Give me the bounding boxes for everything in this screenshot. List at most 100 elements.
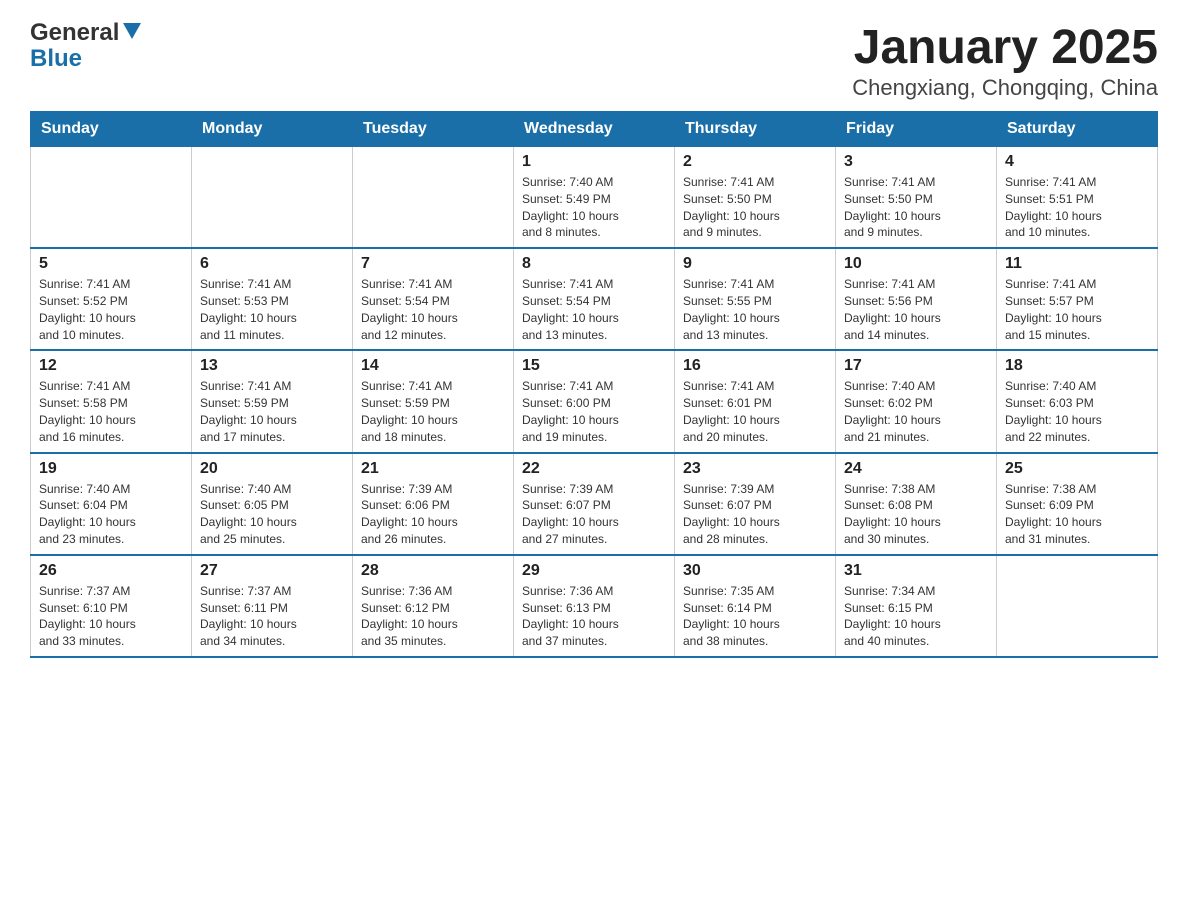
weekday-header-thursday: Thursday (675, 112, 836, 147)
day-info: Sunrise: 7:41 AM Sunset: 5:59 PM Dayligh… (200, 378, 344, 445)
calendar-week-2: 5Sunrise: 7:41 AM Sunset: 5:52 PM Daylig… (31, 248, 1158, 350)
day-number: 19 (39, 460, 183, 478)
calendar-cell (997, 555, 1158, 657)
logo-general: General (30, 20, 119, 46)
day-number: 6 (200, 255, 344, 273)
day-number: 24 (844, 460, 988, 478)
calendar-cell: 7 Sunrise: 7:41 AM Sunset: 5:54 PM Daylig… (353, 248, 514, 350)
calendar-cell (31, 147, 192, 249)
day-info: Sunrise: 7:38 AM Sunset: 6:08 PM Dayligh… (844, 481, 988, 548)
day-info: Sunrise: 7:41 AM Sunset: 5:57 PM Dayligh… (1005, 276, 1149, 343)
day-info: Sunrise: 7:41 AM Sunset: 6:00 PM Dayligh… (522, 378, 666, 445)
calendar-cell: 5Sunrise: 7:41 AM Sunset: 5:52 PM Daylig… (31, 248, 192, 350)
day-number: 14 (361, 357, 505, 375)
day-number: 2 (683, 153, 827, 171)
day-info: Sunrise: 7:40 AM Sunset: 5:49 PM Dayligh… (522, 174, 666, 241)
calendar-cell: 29 Sunrise: 7:36 AM Sunset: 6:13 PM Dayli… (514, 555, 675, 657)
calendar-subtitle: Chengxiang, Chongqing, China (852, 75, 1158, 101)
day-info: Sunrise: 7:41 AM Sunset: 5:55 PM Dayligh… (683, 276, 827, 343)
calendar-cell: 11 Sunrise: 7:41 AM Sunset: 5:57 PM Dayli… (997, 248, 1158, 350)
day-info: Sunrise: 7:35 AM Sunset: 6:14 PM Dayligh… (683, 583, 827, 650)
weekday-header-monday: Monday (192, 112, 353, 147)
calendar-cell: 22 Sunrise: 7:39 AM Sunset: 6:07 PM Dayli… (514, 453, 675, 555)
calendar-cell: 4Sunrise: 7:41 AM Sunset: 5:51 PM Daylig… (997, 147, 1158, 249)
weekday-header-saturday: Saturday (997, 112, 1158, 147)
day-number: 9 (683, 255, 827, 273)
day-number: 10 (844, 255, 988, 273)
day-number: 16 (683, 357, 827, 375)
calendar-cell: 28 Sunrise: 7:36 AM Sunset: 6:12 PM Dayli… (353, 555, 514, 657)
weekday-header-friday: Friday (836, 112, 997, 147)
day-number: 12 (39, 357, 183, 375)
day-number: 1 (522, 153, 666, 171)
calendar-cell: 1 Sunrise: 7:40 AM Sunset: 5:49 PM Daylig… (514, 147, 675, 249)
calendar-cell: 16Sunrise: 7:41 AM Sunset: 6:01 PM Dayli… (675, 350, 836, 452)
logo: General Blue (30, 20, 141, 73)
logo-blue: Blue (30, 45, 82, 72)
day-number: 29 (522, 562, 666, 580)
calendar-cell: 17 Sunrise: 7:40 AM Sunset: 6:02 PM Dayli… (836, 350, 997, 452)
calendar-cell: 8 Sunrise: 7:41 AM Sunset: 5:54 PM Daylig… (514, 248, 675, 350)
calendar-cell: 6 Sunrise: 7:41 AM Sunset: 5:53 PM Daylig… (192, 248, 353, 350)
day-number: 26 (39, 562, 183, 580)
calendar-cell: 21Sunrise: 7:39 AM Sunset: 6:06 PM Dayli… (353, 453, 514, 555)
calendar-cell: 26 Sunrise: 7:37 AM Sunset: 6:10 PM Dayli… (31, 555, 192, 657)
calendar-cell (353, 147, 514, 249)
calendar-cell: 20Sunrise: 7:40 AM Sunset: 6:05 PM Dayli… (192, 453, 353, 555)
day-info: Sunrise: 7:41 AM Sunset: 5:54 PM Dayligh… (361, 276, 505, 343)
day-info: Sunrise: 7:40 AM Sunset: 6:03 PM Dayligh… (1005, 378, 1149, 445)
day-number: 23 (683, 460, 827, 478)
day-info: Sunrise: 7:37 AM Sunset: 6:11 PM Dayligh… (200, 583, 344, 650)
day-info: Sunrise: 7:41 AM Sunset: 5:53 PM Dayligh… (200, 276, 344, 343)
day-info: Sunrise: 7:41 AM Sunset: 5:58 PM Dayligh… (39, 378, 183, 445)
weekday-header-wednesday: Wednesday (514, 112, 675, 147)
calendar-header-row: SundayMondayTuesdayWednesdayThursdayFrid… (31, 112, 1158, 147)
calendar-week-3: 12 Sunrise: 7:41 AM Sunset: 5:58 PM Dayli… (31, 350, 1158, 452)
calendar-cell (192, 147, 353, 249)
calendar-cell: 15 Sunrise: 7:41 AM Sunset: 6:00 PM Dayli… (514, 350, 675, 452)
calendar-title: January 2025 (852, 20, 1158, 75)
day-number: 28 (361, 562, 505, 580)
day-number: 15 (522, 357, 666, 375)
day-number: 25 (1005, 460, 1149, 478)
day-number: 31 (844, 562, 988, 580)
day-number: 8 (522, 255, 666, 273)
day-info: Sunrise: 7:41 AM Sunset: 5:54 PM Dayligh… (522, 276, 666, 343)
calendar-cell: 19 Sunrise: 7:40 AM Sunset: 6:04 PM Dayli… (31, 453, 192, 555)
weekday-header-tuesday: Tuesday (353, 112, 514, 147)
day-number: 17 (844, 357, 988, 375)
logo-triangle-icon (123, 20, 141, 44)
day-info: Sunrise: 7:40 AM Sunset: 6:02 PM Dayligh… (844, 378, 988, 445)
day-number: 18 (1005, 357, 1149, 375)
day-info: Sunrise: 7:38 AM Sunset: 6:09 PM Dayligh… (1005, 481, 1149, 548)
calendar-cell: 24 Sunrise: 7:38 AM Sunset: 6:08 PM Dayli… (836, 453, 997, 555)
calendar-cell: 14 Sunrise: 7:41 AM Sunset: 5:59 PM Dayli… (353, 350, 514, 452)
day-number: 22 (522, 460, 666, 478)
day-info: Sunrise: 7:39 AM Sunset: 6:06 PM Dayligh… (361, 481, 505, 548)
calendar-cell: 12 Sunrise: 7:41 AM Sunset: 5:58 PM Dayli… (31, 350, 192, 452)
calendar-week-5: 26 Sunrise: 7:37 AM Sunset: 6:10 PM Dayli… (31, 555, 1158, 657)
day-number: 13 (200, 357, 344, 375)
weekday-header-sunday: Sunday (31, 112, 192, 147)
day-number: 27 (200, 562, 344, 580)
day-number: 3 (844, 153, 988, 171)
day-info: Sunrise: 7:37 AM Sunset: 6:10 PM Dayligh… (39, 583, 183, 650)
day-info: Sunrise: 7:40 AM Sunset: 6:05 PM Dayligh… (200, 481, 344, 548)
calendar-cell: 30 Sunrise: 7:35 AM Sunset: 6:14 PM Dayli… (675, 555, 836, 657)
calendar-cell: 13 Sunrise: 7:41 AM Sunset: 5:59 PM Dayli… (192, 350, 353, 452)
calendar-cell: 3Sunrise: 7:41 AM Sunset: 5:50 PM Daylig… (836, 147, 997, 249)
day-number: 7 (361, 255, 505, 273)
day-info: Sunrise: 7:36 AM Sunset: 6:12 PM Dayligh… (361, 583, 505, 650)
calendar-cell: 9 Sunrise: 7:41 AM Sunset: 5:55 PM Daylig… (675, 248, 836, 350)
calendar-week-4: 19 Sunrise: 7:40 AM Sunset: 6:04 PM Dayli… (31, 453, 1158, 555)
day-info: Sunrise: 7:34 AM Sunset: 6:15 PM Dayligh… (844, 583, 988, 650)
day-info: Sunrise: 7:39 AM Sunset: 6:07 PM Dayligh… (683, 481, 827, 548)
day-number: 11 (1005, 255, 1149, 273)
day-number: 4 (1005, 153, 1149, 171)
calendar-week-1: 1 Sunrise: 7:40 AM Sunset: 5:49 PM Daylig… (31, 147, 1158, 249)
day-info: Sunrise: 7:39 AM Sunset: 6:07 PM Dayligh… (522, 481, 666, 548)
day-number: 30 (683, 562, 827, 580)
day-info: Sunrise: 7:36 AM Sunset: 6:13 PM Dayligh… (522, 583, 666, 650)
day-info: Sunrise: 7:41 AM Sunset: 5:59 PM Dayligh… (361, 378, 505, 445)
day-info: Sunrise: 7:40 AM Sunset: 6:04 PM Dayligh… (39, 481, 183, 548)
